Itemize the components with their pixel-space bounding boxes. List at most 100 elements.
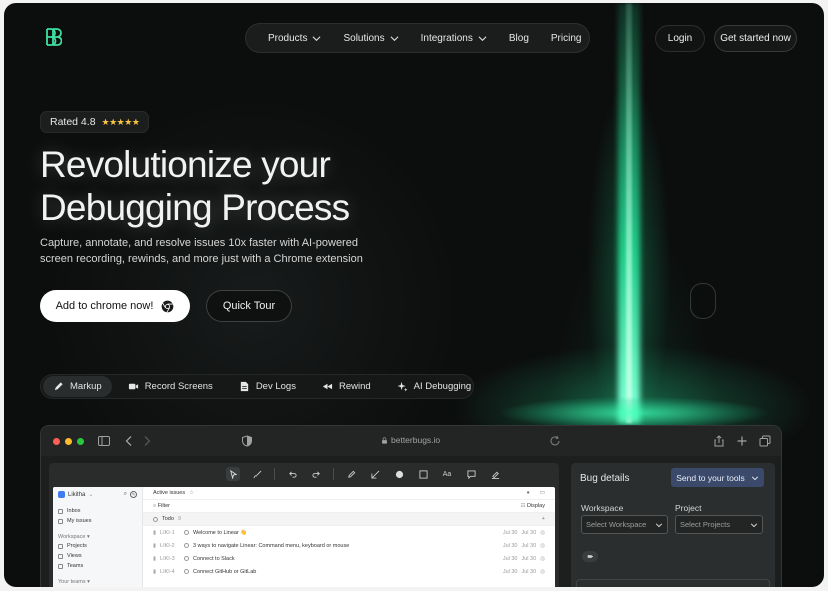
rectangle-icon <box>418 469 428 479</box>
tab-rewind[interactable]: Rewind <box>312 376 381 397</box>
add-to-chrome-label: Add to chrome now! <box>55 300 154 312</box>
project-label: Project <box>675 503 702 513</box>
back-icon[interactable] <box>123 435 135 447</box>
rating-stars-icon: ★★★★★ <box>101 116 140 127</box>
sparkle-icon <box>397 381 408 392</box>
chevron-down-icon: ⌄ <box>88 492 94 498</box>
betterbugs-logo-icon[interactable] <box>42 26 62 48</box>
chevron-down-icon <box>390 35 399 41</box>
headline-line-2: Debugging Process <box>40 187 350 228</box>
markup-editor: Aa Likitha ⌄ ⌕ ✎ Inbox My issues Workspa… <box>49 463 559 587</box>
circle-tool[interactable] <box>392 467 406 481</box>
headline-line-1: Revolutionize your <box>40 144 331 185</box>
display-button[interactable]: Display <box>527 503 545 509</box>
sidebar-toggle-icon[interactable] <box>98 435 110 447</box>
shield-icon[interactable] <box>241 435 253 447</box>
redo-button[interactable] <box>309 467 323 481</box>
send-to-tools-button[interactable]: Send to your tools <box>671 468 764 487</box>
issue-date: Jul 30 <box>502 555 518 562</box>
sidebar-item-views[interactable]: Views <box>58 551 137 561</box>
label-button[interactable] <box>582 551 598 562</box>
share-icon[interactable] <box>713 435 725 447</box>
chevron-down-icon <box>655 522 663 527</box>
chevron-down-icon <box>312 35 321 41</box>
get-started-button[interactable]: Get started now <box>714 25 797 52</box>
chevron-down-icon <box>478 35 487 41</box>
issue-row[interactable]: ▮ LIKI-3 Connect to Slack Jul 30 Jul 30 … <box>143 552 555 565</box>
reload-icon[interactable] <box>549 435 561 447</box>
issue-row[interactable]: ▮ LIKI-1 Welcome to Linear 👋 Jul 30 Jul … <box>143 526 555 539</box>
sidebar-item-label: Projects <box>67 543 87 549</box>
issue-id: LIKI-3 <box>160 555 175 562</box>
issues-header-title: Active issues <box>153 490 186 496</box>
toolbar-divider <box>333 468 334 480</box>
address-bar[interactable]: betterbugs.io <box>381 435 440 445</box>
nav-solutions[interactable]: Solutions <box>343 32 399 44</box>
issue-id: LIKI-2 <box>160 542 175 549</box>
teams-section: Your teams ▾ <box>58 578 90 585</box>
sidebar-item-teams[interactable]: Teams <box>58 561 137 571</box>
tab-markup[interactable]: Markup <box>43 376 112 397</box>
app-main: Active issues ☆ ● ▭ ≡ Filter ☷ Display T… <box>143 487 555 587</box>
issue-title: Connect to Slack <box>193 555 235 562</box>
pencil-icon <box>347 470 355 478</box>
login-button[interactable]: Login <box>655 25 705 52</box>
tab-record-screens[interactable]: Record Screens <box>118 376 223 397</box>
nav-blog[interactable]: Blog <box>509 33 529 44</box>
issue-date: Jul 30 <box>521 568 537 575</box>
markup-toolbar: Aa <box>49 463 559 485</box>
lock-icon <box>382 436 387 444</box>
pen-icon <box>54 382 63 391</box>
browser-mockup: betterbugs.io Aa Likitha ⌄ ⌕ ✎ Inbox My … <box>40 425 782 587</box>
comment-tool[interactable] <box>464 467 478 481</box>
tabs-overview-icon[interactable] <box>759 435 771 447</box>
project-select[interactable]: Select Projects <box>675 515 763 534</box>
nav-solutions-label: Solutions <box>343 32 385 44</box>
status-icon <box>184 569 190 574</box>
sidebar-item-inbox[interactable]: Inbox <box>58 506 137 516</box>
text-tool[interactable]: Aa <box>440 467 454 481</box>
filter-button[interactable]: Filter <box>158 503 170 509</box>
priority-icon: ▮ <box>153 555 157 562</box>
sidebar-item-my-issues[interactable]: My issues <box>58 516 137 526</box>
sidebar-item-label: Views <box>67 553 82 559</box>
highlighter-icon <box>491 471 499 479</box>
issue-title: Welcome to Linear 👋 <box>193 529 248 536</box>
tab-dev-logs[interactable]: Dev Logs <box>229 376 306 397</box>
tab-rewind-label: Rewind <box>338 381 371 392</box>
issue-row[interactable]: ▮ LIKI-2 3 ways to navigate Linear: Comm… <box>143 539 555 552</box>
landing-page: Products Solutions Integrations Blog Pri… <box>4 3 824 587</box>
workspace-avatar <box>58 491 65 498</box>
issue-date: Jul 30 <box>502 529 518 536</box>
tab-record-screens-label: Record Screens <box>144 381 213 392</box>
compose-icon: ✎ <box>130 491 137 498</box>
search-icon: ⌕ <box>123 491 127 497</box>
group-label: Todo <box>162 516 174 522</box>
description-box[interactable] <box>576 579 770 587</box>
sidebar-item-projects[interactable]: Projects <box>58 541 137 551</box>
forward-icon[interactable] <box>141 435 153 447</box>
add-to-chrome-button[interactable]: Add to chrome now! <box>40 290 190 322</box>
nav-integrations[interactable]: Integrations <box>421 33 487 44</box>
nav-products-label: Products <box>268 32 308 44</box>
nav-pricing[interactable]: Pricing <box>551 33 582 44</box>
new-tab-icon[interactable] <box>736 435 748 447</box>
highlight-tool[interactable] <box>488 467 502 481</box>
arrow-tool[interactable] <box>368 467 382 481</box>
tab-ai-debugging[interactable]: AI Debugging <box>387 376 482 397</box>
issue-row[interactable]: ▮ LIKI-4 Connect GitHub or GitLab Jul 30… <box>143 565 555 578</box>
workspace-select[interactable]: Select Workspace <box>581 515 668 534</box>
workspace-switcher[interactable]: Likitha ⌄ ⌕ ✎ <box>58 491 137 498</box>
pencil-tool[interactable] <box>344 467 358 481</box>
quick-tour-button[interactable]: Quick Tour <box>206 290 292 322</box>
close-dot <box>53 438 60 445</box>
undo-button[interactable] <box>285 467 299 481</box>
nav-products[interactable]: Products <box>268 33 321 44</box>
url-text: betterbugs.io <box>391 435 441 445</box>
brush-tool[interactable] <box>250 467 264 481</box>
todo-status-icon <box>153 516 158 522</box>
group-count: 9 <box>177 516 181 522</box>
select-tool[interactable] <box>226 467 240 481</box>
rectangle-tool[interactable] <box>416 467 430 481</box>
tab-markup-label: Markup <box>70 381 102 392</box>
